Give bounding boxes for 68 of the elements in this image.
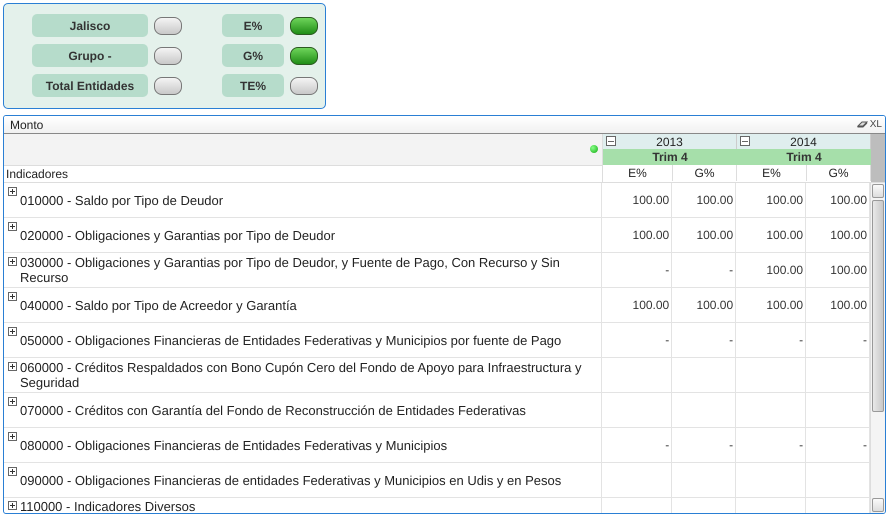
expand-icon[interactable]	[8, 501, 17, 510]
row-label: 040000 - Saldo por Tipo de Acreedor y Garantía	[20, 298, 297, 312]
expand-icon[interactable]	[8, 397, 17, 406]
selector-label: E%	[222, 14, 284, 37]
panel-title: Monto	[10, 118, 44, 132]
expand-icon[interactable]	[8, 222, 17, 231]
toggle-button[interactable]	[154, 16, 182, 34]
row-label: 030000 - Obligaciones y Garantias por Tipo de Deudor, y Fuente de Pago, Con Recurso y Sin Recurso	[20, 255, 561, 285]
selector-label: G%	[222, 44, 284, 67]
table-cell: 100.00	[602, 218, 672, 252]
toggle-button[interactable]	[290, 76, 318, 94]
excel-export-button[interactable]: XL	[870, 119, 882, 130]
row-label: 070000 - Créditos con Garantía del Fondo de Reconstrucción de Entidades Federativas	[20, 402, 526, 418]
row-label: 090000 - Obligaciones Financieras de entidades Federativas y Municipios en Udis y en Pesos	[20, 472, 562, 488]
expand-icon[interactable]	[8, 432, 17, 441]
expand-icon[interactable]	[8, 257, 17, 266]
column-header: G%	[673, 165, 738, 181]
column-header: E%	[603, 165, 674, 181]
table-cell: -	[602, 253, 672, 287]
table-cell: -	[736, 428, 806, 462]
row-label: 110000 - Indicadores Diversos	[20, 498, 196, 513]
toggle-button[interactable]	[154, 46, 182, 64]
eraser-icon[interactable]	[856, 120, 868, 129]
column-header: E%	[737, 165, 808, 181]
year-label: 2014	[790, 134, 817, 148]
table-cell: 100.00	[736, 218, 806, 252]
table-cell: -	[602, 323, 672, 357]
row-label: 050000 - Obligaciones Financieras de Entidades Federativas y Municipios por fuente de Pago	[20, 332, 562, 348]
table-cell: 100.00	[736, 253, 806, 287]
selector-label: Total Entidades	[32, 74, 148, 97]
scroll-up-icon[interactable]	[872, 184, 884, 198]
selector-label: Grupo -	[32, 44, 148, 67]
table-cell: 100.00	[672, 183, 736, 217]
row-label: 020000 - Obligaciones y Garantias por Tipo de Deudor	[20, 228, 336, 242]
table-cell: -	[602, 428, 672, 462]
scroll-thumb[interactable]	[872, 200, 884, 412]
expand-icon[interactable]	[8, 467, 17, 476]
row-label: 060000 - Créditos Respaldados con Bono Cupón Cero del Fondo de Apoyo para Infraestructura y Seguridad	[20, 360, 583, 390]
table-cell: 100.00	[736, 288, 806, 322]
quarter-header: Trim 4	[737, 149, 872, 165]
row-label: 080000 - Obligaciones Financieras de Entidades Federativas y Municipios	[20, 438, 448, 452]
collapse-icon[interactable]	[606, 136, 616, 146]
row-label: 010000 - Saldo por Tipo de Deudor	[20, 192, 224, 208]
table-cell: -	[672, 428, 736, 462]
status-dot-icon	[590, 145, 598, 153]
expand-icon[interactable]	[8, 362, 17, 371]
table-cell: 100.00	[672, 218, 736, 252]
collapse-icon[interactable]	[740, 136, 750, 146]
table-cell: -	[736, 323, 806, 357]
expand-icon[interactable]	[8, 327, 17, 336]
table-cell: 100.00	[602, 288, 672, 322]
scrollbar[interactable]	[870, 183, 885, 513]
selector-label: Jalisco	[32, 14, 148, 37]
table-cell: 100.00	[602, 183, 672, 217]
toggle-button[interactable]	[290, 16, 318, 34]
toggle-button[interactable]	[290, 46, 318, 64]
scrollbar-header	[871, 134, 885, 182]
expand-icon[interactable]	[8, 187, 17, 196]
expand-icon[interactable]	[8, 292, 17, 301]
table-cell: -	[672, 253, 736, 287]
table-cell: 100.00	[736, 183, 806, 217]
scroll-down-icon[interactable]	[872, 498, 884, 512]
year-label: 2013	[656, 134, 683, 148]
quarter-header: Trim 4	[603, 149, 738, 165]
table-cell: 100.00	[672, 288, 736, 322]
selector-label: TE%	[222, 74, 284, 97]
toggle-button[interactable]	[154, 76, 182, 94]
table-cell: -	[672, 323, 736, 357]
